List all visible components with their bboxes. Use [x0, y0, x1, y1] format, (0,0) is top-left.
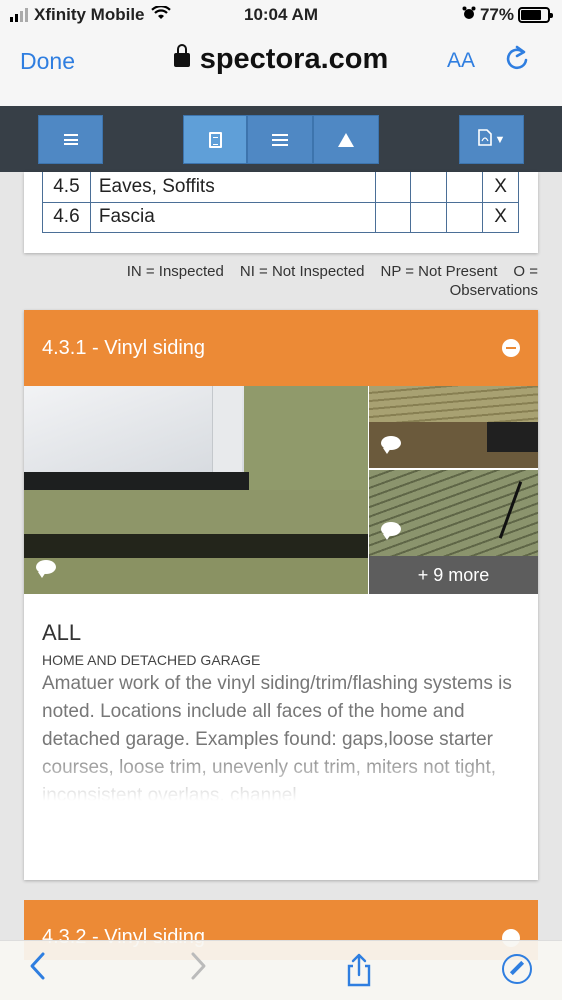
table-row: 4.6 Fascia X: [42, 201, 519, 233]
comment-location: ALL: [42, 620, 82, 645]
collapse-icon[interactable]: [502, 339, 520, 357]
pdf-button[interactable]: ▼: [459, 115, 524, 164]
photo-main[interactable]: [24, 386, 368, 594]
photo-thumbnail[interactable]: [369, 386, 538, 468]
legend-ni: NI = Not Inspected: [239, 263, 365, 280]
np-cell: [446, 201, 484, 233]
summary-button[interactable]: [247, 115, 313, 164]
menu-button[interactable]: [38, 115, 103, 164]
comment-card: 4.3.1 - Vinyl siding + 9 more ALL HOME A…: [24, 310, 538, 880]
item-name[interactable]: Eaves, Soffits: [89, 172, 376, 203]
table-legend: IN = Inspected NI = Not Inspected NP = Not…: [24, 262, 538, 300]
comment-sublocation: HOME AND DETACHED GARAGE: [42, 652, 261, 668]
more-photos-button[interactable]: + 9 more: [369, 556, 538, 594]
photo-thumbnail[interactable]: [369, 470, 538, 556]
back-icon[interactable]: [28, 951, 46, 989]
report-toolbar: ▼: [0, 106, 562, 172]
compass-icon[interactable]: [502, 954, 532, 984]
item-name[interactable]: Fascia: [89, 201, 376, 233]
table-row: 4.5 Eaves, Soffits X: [42, 172, 519, 203]
comment-title: 4.3.1 - Vinyl siding: [42, 336, 206, 359]
photo-gallery: + 9 more: [24, 386, 538, 594]
legend-in: IN = Inspected: [126, 263, 224, 280]
hamburger-icon: [63, 134, 78, 145]
in-cell: [374, 201, 412, 233]
full-report-button[interactable]: [183, 115, 247, 164]
reload-icon[interactable]: [505, 44, 529, 79]
np-cell: [446, 172, 484, 203]
ni-cell: [410, 172, 448, 203]
alarm-icon: [462, 5, 476, 25]
share-icon[interactable]: [344, 953, 374, 987]
text-size-button[interactable]: AA: [447, 49, 475, 73]
comment-header[interactable]: 4.3.1 - Vinyl siding: [24, 310, 538, 386]
comment-bubble-icon: [381, 522, 401, 540]
comment-bubble-icon: [381, 436, 401, 454]
caret-down-icon: ▼: [494, 133, 506, 146]
url-text: spectora.com: [199, 43, 389, 75]
lock-icon: [173, 44, 190, 67]
o-cell: X: [482, 201, 519, 233]
defects-button[interactable]: [313, 115, 379, 164]
comment-bubble-icon: [36, 560, 56, 578]
status-right: 77%: [462, 5, 553, 25]
browser-bottom-bar: [0, 940, 562, 1000]
warning-icon: [338, 132, 354, 147]
item-number: 4.6: [42, 201, 91, 233]
inspection-table: 4.5 Eaves, Soffits X 4.6 Fascia X: [42, 172, 519, 233]
document-icon: [208, 131, 222, 148]
pdf-file-icon: [477, 129, 492, 150]
battery-fill: [521, 10, 542, 20]
list-icon: [272, 133, 288, 146]
ni-cell: [410, 201, 448, 233]
browser-bar: Done spectora.com AA: [0, 30, 562, 106]
legend-np: NP = Not Present: [380, 263, 498, 280]
battery-icon: [518, 7, 553, 23]
text-fade: [24, 750, 538, 810]
in-cell: [374, 172, 412, 203]
battery-percent: 77%: [479, 5, 514, 24]
inspection-table-card: 4.5 Eaves, Soffits X 4.6 Fascia X: [24, 172, 538, 253]
o-cell: X: [482, 172, 519, 203]
item-number: 4.5: [42, 172, 91, 203]
status-bar: Xfinity Mobile 10:04 AM 77%: [0, 0, 562, 30]
url-field[interactable]: spectora.com: [0, 43, 562, 76]
forward-icon[interactable]: [190, 951, 208, 989]
